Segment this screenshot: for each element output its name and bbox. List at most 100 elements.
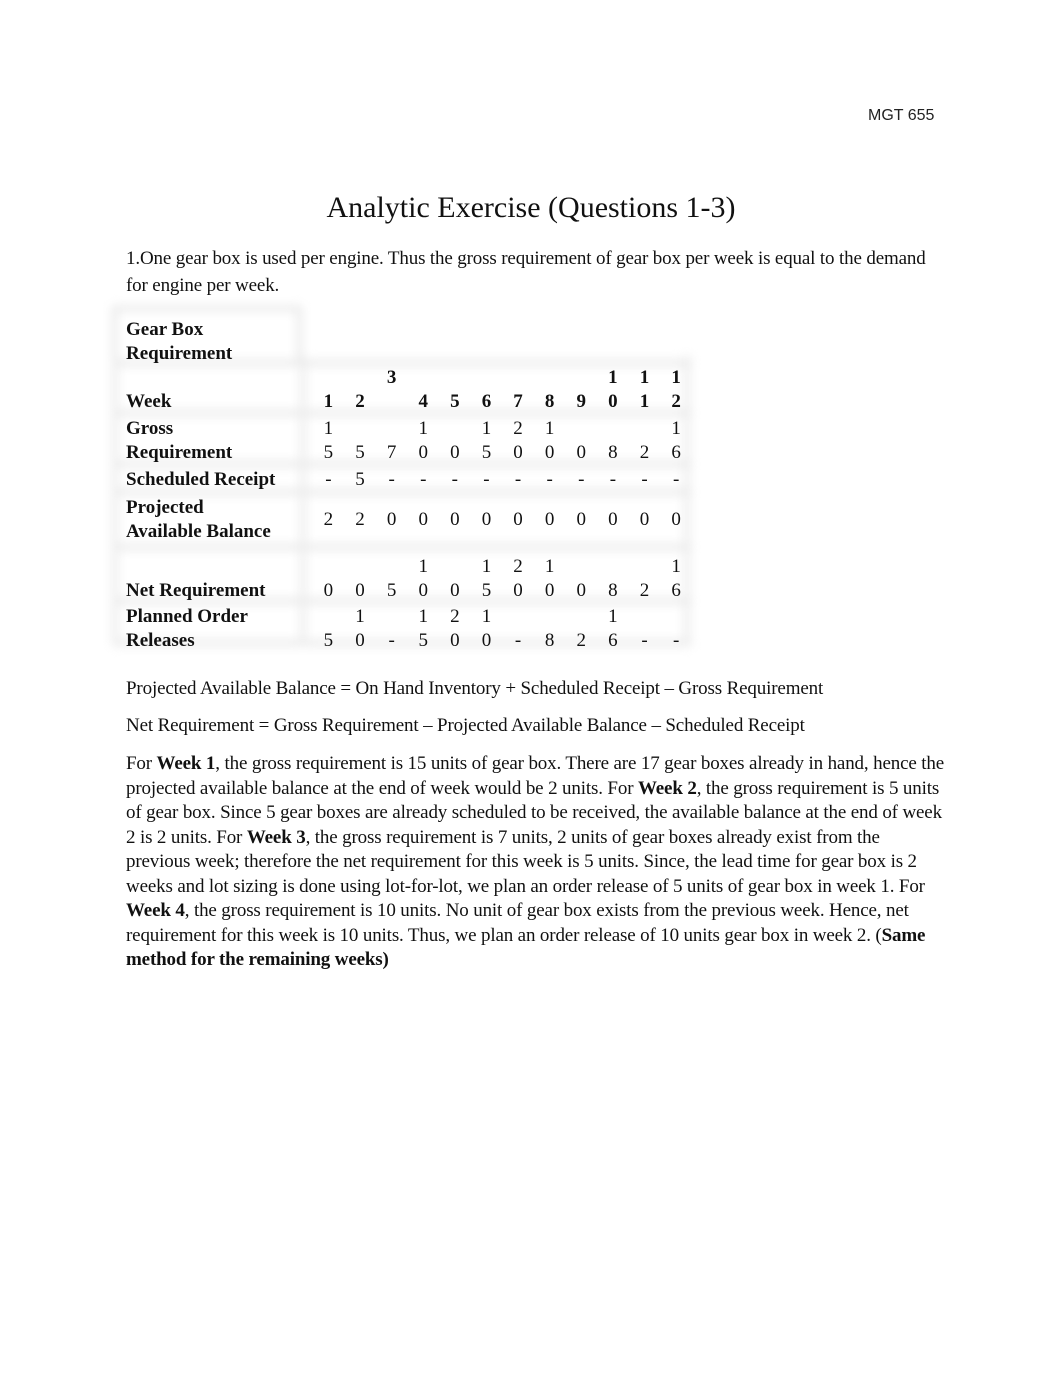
cell-week-week-3: 3 <box>386 367 397 388</box>
cell-net-week-11: 2 <box>639 580 650 601</box>
cell-pab-week-11: 0 <box>639 508 650 530</box>
cell-week-week-11: 11 <box>639 367 650 412</box>
cell-pab-week-12: 0 <box>671 508 681 530</box>
table-row-net: Net Requirement 0 0 5 1 0 0 1 5 2 0 1 0 0 8 2 1 6 <box>112 547 692 603</box>
cell-week-week-9: 9 <box>576 391 587 412</box>
emphasis-text: Week 4 <box>126 900 185 921</box>
row-label-pab: Projected Available Balance <box>112 492 313 547</box>
cell-gross-week-12: 16 <box>671 418 681 463</box>
cell-gross-week-11: 2 <box>639 442 650 463</box>
explanation-paragraph: For Week 1, the gross requirement is 15 … <box>126 752 946 973</box>
cell-week-week-7: 7 <box>513 391 523 412</box>
cell-scheduled-week-4: - <box>420 469 427 490</box>
cell-por-week-3: - <box>388 630 395 651</box>
cell-gross-week-6: 15 <box>481 418 492 463</box>
cell-por-week-2: 10 <box>355 606 365 651</box>
cell-gross-week-2: 5 <box>355 442 365 463</box>
cell-scheduled-week-2: 5 <box>355 469 365 490</box>
cell-week-week-1: 1 <box>323 391 334 412</box>
cell-scheduled-week-5: - <box>451 469 458 490</box>
cell-pab-week-7: 0 <box>513 508 523 530</box>
cell-pab-week-5: 0 <box>450 508 460 530</box>
cell-gross-week-8: 10 <box>544 418 555 463</box>
cell-por-week-7: - <box>514 630 522 651</box>
cell-pab-week-6: 0 <box>481 508 492 530</box>
cell-net-week-4: 10 <box>418 556 428 601</box>
cell-net-week-10: 8 <box>608 580 618 601</box>
cell-gross-week-4: 10 <box>418 418 428 463</box>
cell-week-week-2: 2 <box>355 391 365 412</box>
cell-week-week-6: 6 <box>481 391 492 412</box>
cell-gross-week-5: 0 <box>450 442 460 463</box>
cell-net-week-5: 0 <box>450 580 460 601</box>
table-title: Gear Box Requirement <box>112 306 313 366</box>
cell-week-week-4: 4 <box>418 391 428 412</box>
formula-projected-balance: Projected Available Balance = On Hand In… <box>126 678 824 699</box>
table-title-line2: Requirement <box>126 343 233 364</box>
cell-net-week-8: 10 <box>544 556 555 601</box>
row-label-week: Week <box>126 391 172 412</box>
row-label-net: Net Requirement <box>126 580 266 601</box>
table-row-por: Planned Order Releases 5 1 0 - 1 5 2 0 1 0 - 8 2 1 6 - - <box>112 603 692 653</box>
cell-scheduled-week-10: - <box>609 469 617 490</box>
cell-pab-week-3: 0 <box>386 508 397 530</box>
cell-pab-week-2: 2 <box>355 508 365 530</box>
cell-week-week-5: 5 <box>450 391 460 412</box>
page-title: Analytic Exercise (Questions 1-3) <box>326 191 736 224</box>
row-label-line1: Gross <box>126 418 174 439</box>
mrp-table: Gear Box Requirement Week 1 2 3 45678910111… <box>112 306 692 653</box>
cell-por-week-11: - <box>641 630 648 651</box>
table-row-pab: Projected Available Balance 2 2 0 0 0 0 0 0 0 0 0 0 <box>112 492 692 547</box>
row-label-line1: Projected <box>126 496 204 518</box>
row-label-line1: Planned Order <box>126 606 248 627</box>
row-label-por: Planned Order Releases <box>112 603 313 653</box>
table-row-week: Week 1 2 3 456789101112 <box>112 366 692 414</box>
cell-scheduled-week-9: - <box>578 469 585 490</box>
table-title-row: Gear Box Requirement <box>112 306 692 366</box>
intro-paragraph: 1.One gear box is used per engine. Thus … <box>126 248 926 296</box>
cell-gross-week-1: 15 <box>323 418 334 463</box>
cell-por-week-4: 15 <box>418 606 428 651</box>
cell-net-week-3: 5 <box>386 580 397 601</box>
table-row-gross: Gross Requirement 1 5 5 7 1 0 0 1 5 2 0 1 0 0 8 2 1 6 <box>112 414 692 465</box>
cell-pab-week-10: 0 <box>608 508 618 530</box>
cell-scheduled-week-3: - <box>388 469 395 490</box>
cell-scheduled-week-1: - <box>325 469 332 490</box>
cell-por-week-8: 8 <box>544 630 555 651</box>
cell-gross-week-3: 7 <box>386 442 397 463</box>
cell-gross-week-9: 0 <box>576 442 587 463</box>
cell-net-week-7: 20 <box>513 556 523 601</box>
cell-week-week-12: 12 <box>671 367 681 412</box>
cell-net-week-1: 0 <box>323 580 334 601</box>
table-row-scheduled: Scheduled Receipt - 5 - - - - - - - - - - <box>112 465 692 492</box>
cell-por-week-5: 20 <box>450 606 460 651</box>
cell-scheduled-week-11: - <box>641 469 648 490</box>
body-text: For <box>126 753 157 774</box>
cell-week-week-10: 10 <box>608 367 618 412</box>
cell-gross-week-10: 8 <box>608 442 618 463</box>
cell-por-week-12: - <box>672 630 680 651</box>
table-title-line1: Gear Box <box>126 319 204 340</box>
row-label-gross: Gross Requirement <box>112 414 313 465</box>
cell-gross-week-7: 20 <box>513 418 523 463</box>
cell-pab-week-1: 2 <box>323 508 334 530</box>
cell-pab-week-8: 0 <box>544 508 555 530</box>
cell-scheduled-week-6: - <box>483 469 490 490</box>
cell-net-week-2: 0 <box>355 580 365 601</box>
course-code: MGT 655 <box>868 107 935 124</box>
row-label-line2: Available Balance <box>126 520 271 542</box>
cell-net-week-6: 15 <box>481 556 492 601</box>
cell-scheduled-week-12: - <box>672 469 680 490</box>
cell-scheduled-week-7: - <box>514 469 522 490</box>
emphasis-text: Week 2 <box>637 777 697 799</box>
cell-net-week-12: 16 <box>671 556 681 601</box>
cell-pab-week-9: 0 <box>576 508 587 530</box>
cell-por-week-6: 10 <box>481 606 492 651</box>
emphasis-text: Week 3 <box>246 826 306 848</box>
row-label-line2: Requirement <box>126 442 233 463</box>
cell-net-week-9: 0 <box>576 580 587 601</box>
row-label-line2: Releases <box>126 630 195 651</box>
cell-por-week-9: 2 <box>576 630 587 651</box>
formula-net-requirement: Net Requirement = Gross Requirement – Pr… <box>126 715 805 736</box>
mrp-table-container: Gear Box Requirement Week 1 2 3 45678910111… <box>112 306 692 651</box>
